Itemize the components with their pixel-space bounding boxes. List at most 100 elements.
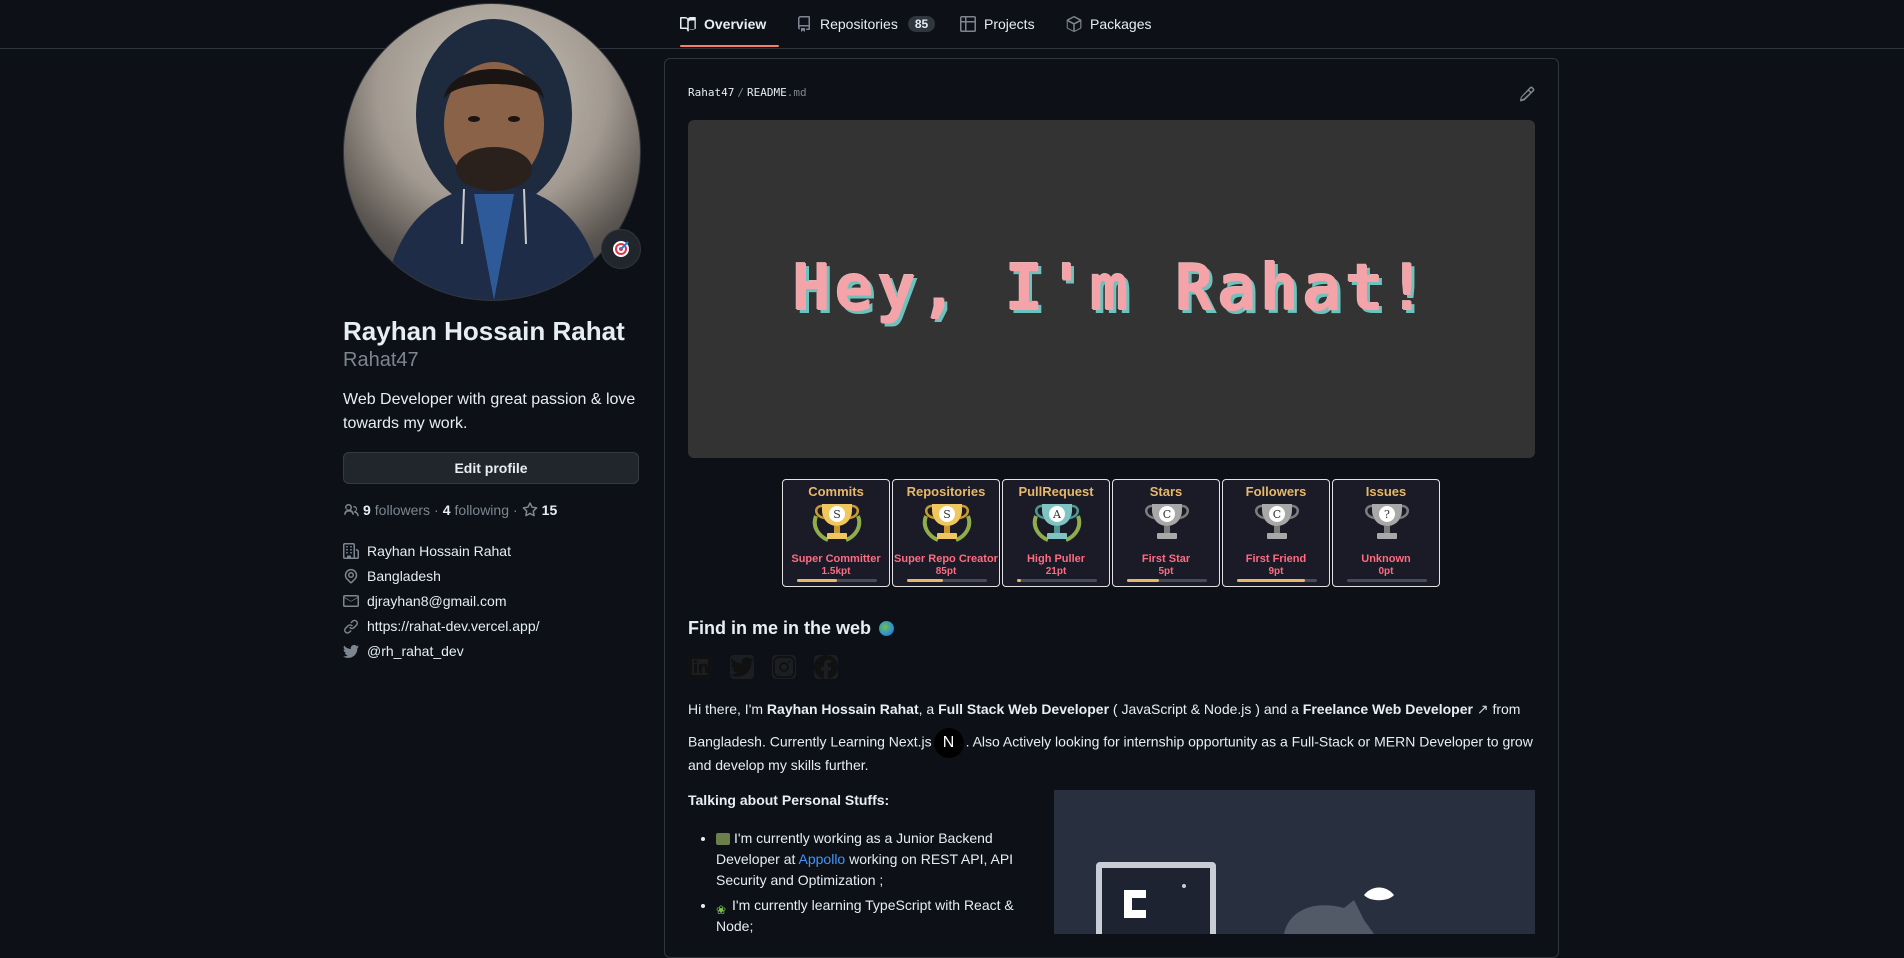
location-text: Bangladesh [367, 568, 441, 584]
trophy-card: Issues ? Unknown 0pt [1332, 479, 1440, 587]
tab-projects[interactable]: Projects [960, 0, 1035, 48]
intro-name: Rayhan Hossain Rahat [766, 701, 919, 717]
tab-projects-label: Projects [984, 16, 1035, 32]
trophy-title: Issues [1365, 484, 1407, 499]
profile-company: Rayhan Hossain Rahat [343, 543, 511, 559]
following-count[interactable]: 4 [443, 502, 451, 518]
laptop-icon [716, 833, 730, 846]
trophy-name: Super Committer [791, 553, 881, 565]
list-item: I'm currently working as a Junior Backen… [716, 828, 1016, 891]
trophy-progress-fill [1017, 579, 1021, 582]
readme-file[interactable]: README [747, 86, 787, 99]
personal-list: I'm currently working as a Junior Backen… [716, 828, 1016, 941]
book-icon [680, 17, 696, 32]
trophy-icon: A [1032, 504, 1082, 542]
social-links [688, 655, 838, 679]
people-icon [344, 504, 359, 517]
trophy-points: 5pt [1158, 566, 1174, 577]
trophy-card: PullRequest A High Puller 21pt [1002, 479, 1110, 587]
repo-count-badge: 85 [907, 16, 936, 32]
edit-profile-button[interactable]: Edit profile [343, 452, 639, 484]
banner-text: Hey, I'm Rahat! [792, 252, 1431, 326]
target-icon [613, 241, 629, 257]
instagram-icon[interactable] [772, 655, 796, 679]
active-tab-indicator [680, 45, 779, 47]
trophy-name: First Star [1141, 553, 1191, 565]
facebook-icon[interactable] [814, 655, 838, 679]
star-icon [522, 502, 538, 517]
profile-website[interactable]: https://rahat-dev.vercel.app/ [343, 618, 540, 634]
website-link[interactable]: https://rahat-dev.vercel.app/ [367, 618, 540, 634]
twitter-social-icon[interactable] [730, 655, 754, 679]
tab-repositories[interactable]: Repositories 85 [796, 0, 936, 48]
list-item: ❀I'm currently learning TypeScript with … [716, 895, 1016, 937]
trophy-points: 85pt [935, 566, 957, 577]
table-icon [960, 16, 976, 32]
intro-role: Full Stack Web Developer [938, 701, 1110, 717]
rocket-icon: ↗ [1476, 701, 1489, 717]
twitter-icon [343, 644, 359, 658]
twitter-link[interactable]: @rh_rahat_dev [367, 643, 464, 659]
trophy-name: First Friend [1245, 553, 1307, 565]
profile-fullname: Rayhan Hossain Rahat [343, 316, 625, 346]
trophy-rank: S [833, 508, 841, 521]
trophy-progress-track [907, 579, 987, 582]
trophy-progress-fill [1127, 579, 1159, 582]
trophy-progress-track [1237, 579, 1317, 582]
intro-paragraph-line3: and develop my skills further. [688, 757, 869, 773]
trophy-title: Commits [808, 484, 864, 499]
trophy-rank: C [1273, 508, 1281, 521]
trophy-progress-fill [1237, 579, 1305, 582]
trophy-progress-fill [797, 579, 837, 582]
trophy-name: Super Repo Creator [894, 553, 998, 565]
trophy-row: Commits S Super Committer 1.5kpt Reposit… [782, 479, 1442, 587]
trophy-title: Followers [1245, 484, 1307, 499]
trophy-title: Repositories [906, 484, 986, 499]
readme-ext: .md [786, 86, 807, 99]
trophy-card: Commits S Super Committer 1.5kpt [782, 479, 890, 587]
trophy-points: 1.5kpt [821, 566, 851, 577]
edit-readme-button[interactable] [1519, 86, 1535, 102]
tab-packages-label: Packages [1090, 16, 1152, 32]
tab-overview-label: Overview [704, 16, 767, 32]
trophy-progress-track [1347, 579, 1427, 582]
followers-link[interactable]: followers [375, 502, 430, 518]
pencil-icon [1519, 86, 1535, 102]
readme-path[interactable]: Rahat47/README.md [688, 86, 807, 99]
trophy-rank: C [1163, 508, 1171, 521]
find-me-heading: Find in me in the web [688, 618, 895, 639]
profile-username: Rahat47 [343, 349, 419, 371]
location-icon [344, 568, 358, 584]
trophy-rank: S [943, 508, 951, 521]
trophy-progress-track [1127, 579, 1207, 582]
trophy-points: 21pt [1045, 566, 1067, 577]
following-link[interactable]: following [455, 502, 509, 518]
company-text: Rayhan Hossain Rahat [367, 543, 511, 559]
trophy-icon: S [812, 504, 862, 542]
trophy-title: PullRequest [1018, 484, 1094, 499]
appollo-link[interactable]: Appollo [799, 851, 846, 867]
seedling-icon: ❀ [716, 903, 727, 918]
profile-tab-nav: Overview Repositories 85 Projects Packag… [0, 0, 1904, 49]
trophy-rank: ? [1384, 508, 1390, 521]
linkedin-icon[interactable] [688, 655, 712, 679]
trophy-icon: S [922, 504, 972, 542]
status-emoji-button[interactable] [601, 229, 641, 269]
coding-animation-image [1054, 790, 1535, 934]
profile-twitter[interactable]: @rh_rahat_dev [343, 643, 464, 659]
tab-packages[interactable]: Packages [1066, 0, 1151, 48]
stars-count[interactable]: 15 [542, 502, 558, 518]
tab-overview[interactable]: Overview [680, 0, 766, 48]
tab-repositories-label: Repositories [820, 16, 898, 32]
personal-stuff-heading: Talking about Personal Stuffs: [688, 792, 890, 808]
email-link[interactable]: djrayhan8@gmail.com [367, 593, 507, 609]
trophy-icon: ? [1365, 504, 1409, 539]
profile-email[interactable]: djrayhan8@gmail.com [343, 593, 507, 609]
trophy-points: 0pt [1378, 566, 1394, 577]
avatar[interactable] [343, 3, 641, 301]
readme-owner[interactable]: Rahat47 [688, 86, 734, 99]
find-me-heading-text: Find in me in the web [688, 618, 872, 638]
followers-count[interactable]: 9 [363, 502, 371, 518]
trophy-card: Followers C First Friend 9pt [1222, 479, 1330, 587]
intro-role2: Freelance Web Developer [1302, 701, 1473, 717]
